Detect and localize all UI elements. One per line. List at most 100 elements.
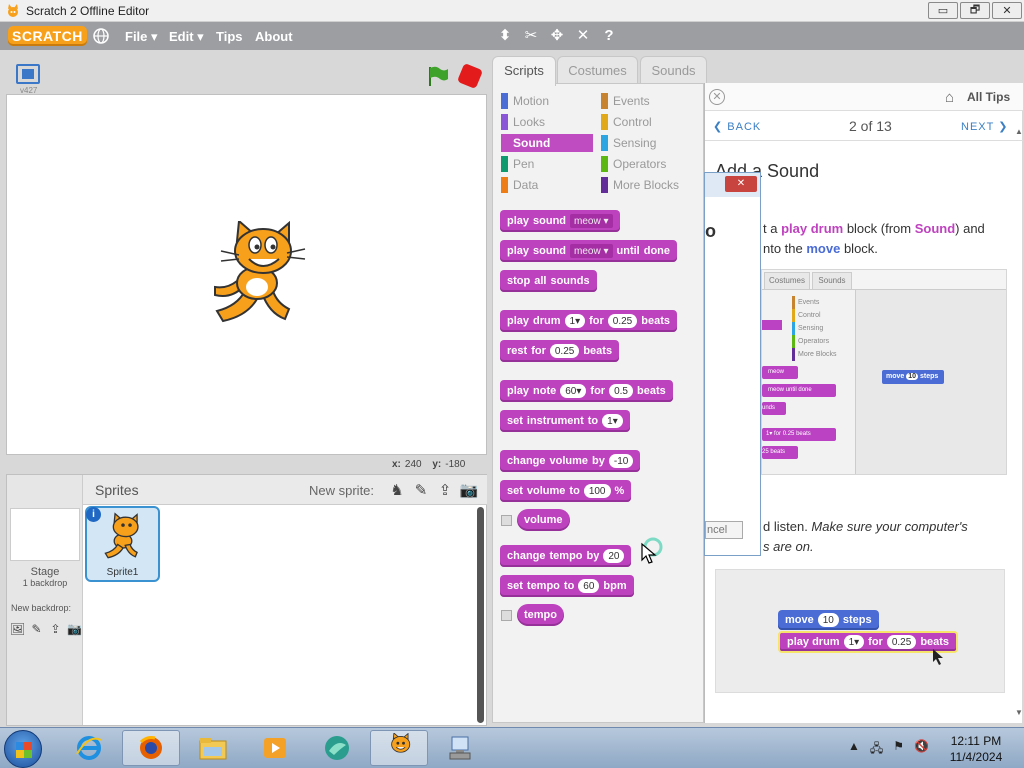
block-play-drum[interactable]: play drum 1▾ for 0.25 beats [500,310,677,332]
clock-date: 11/4/2024 [949,750,1003,764]
demo-move-block: move 10 steps [778,610,879,630]
scratch-taskbar-icon[interactable] [370,730,428,766]
upload-sprite-icon[interactable]: ⇪ [435,480,455,500]
tab-scripts[interactable]: Scripts [492,56,556,86]
network-computer-icon[interactable] [432,730,490,766]
block-stop-all-sounds[interactable]: stop all sounds [500,270,597,292]
fullscreen-icon[interactable] [16,64,40,84]
block-play-sound-until-done[interactable]: play sound meow ▾ until done [500,240,678,262]
sprite-library-icon[interactable]: ♞ [387,480,407,500]
category-operators[interactable]: Operators [601,155,699,173]
network-icon[interactable]: 🖧 [870,739,883,760]
maximize-button[interactable]: 🗗 [960,2,990,19]
beats-input[interactable]: 0.25 [607,314,638,328]
clock-time: 12:11 PM [950,734,1002,748]
stage-thumbnail[interactable] [10,508,80,561]
block-rest-for-beats[interactable]: rest for 0.25 beats [500,340,620,362]
stop-icon[interactable] [456,62,484,90]
duplicate-stamp-icon[interactable]: ⬍ [496,26,514,44]
block-change-volume[interactable]: change volume by -10 [500,450,641,472]
block-change-tempo[interactable]: change tempo by 20 [500,545,632,567]
note-input[interactable]: 60▾ [560,384,587,398]
volume-checkbox[interactable] [501,515,512,526]
file-menu[interactable]: File ▾ [125,29,158,45]
dialog-cancel-button[interactable]: ncel [705,521,743,539]
volume-muted-icon[interactable]: 🔇 [914,739,929,760]
delete-cut-icon[interactable]: ✂ [522,26,540,44]
category-data[interactable]: Data [501,176,591,194]
scratch-logo[interactable]: SCRATCH [8,26,87,46]
sprites-header: Sprites New sprite: ♞ ✎ ⇪ 📷 [83,475,487,505]
block-set-volume[interactable]: set volume to 100 % [500,480,632,502]
category-more-blocks[interactable]: More Blocks [601,176,699,194]
media-player-icon[interactable] [246,730,304,766]
stage-canvas[interactable] [6,94,487,455]
upload-backdrop-icon[interactable]: ⇪ [47,620,64,637]
sprite-scrollbar[interactable] [477,507,484,723]
tempo-checkbox[interactable] [501,610,512,621]
start-button[interactable] [4,730,42,768]
sound-dropdown[interactable]: meow ▾ [570,214,613,228]
grow-icon[interactable]: ✥ [548,26,566,44]
block-play-sound[interactable]: play sound meow ▾ [500,210,620,232]
system-tray: ▲ 🖧 ⚑ 🔇 [848,739,929,760]
shrink-icon[interactable]: ✕ [574,26,592,44]
cat-sprite[interactable] [207,221,307,327]
block-set-instrument[interactable]: set instrument to 1▾ [500,410,630,432]
close-button[interactable]: ✕ [992,2,1022,19]
category-sensing[interactable]: Sensing [601,134,699,152]
internet-explorer-icon[interactable] [60,730,118,766]
edit-menu[interactable]: Edit ▾ [169,29,204,45]
all-tips-link[interactable]: All Tips [967,90,1010,104]
dialog-titlebar: ✕ [705,173,760,197]
paint-backdrop-icon[interactable]: ✎ [28,620,45,637]
back-link[interactable]: ❮ BACK [713,120,761,133]
tips-scrollbar[interactable]: ▲ ▼ [1013,127,1023,717]
reporter-volume[interactable]: volume [517,509,570,531]
next-link[interactable]: NEXT ❯ [961,120,1008,133]
category-events[interactable]: Events [601,92,699,110]
tab-sounds[interactable]: Sounds [640,56,707,84]
demo-cursor-icon [933,649,943,665]
category-sound[interactable]: Sound [501,134,593,152]
action-center-flag-icon[interactable]: ⚑ [893,739,904,760]
camera-backdrop-icon[interactable]: 📷 [66,620,83,637]
new-backdrop-label: New backdrop: [11,603,72,613]
home-icon[interactable]: ⌂ [945,89,954,106]
tab-costumes[interactable]: Costumes [557,56,638,84]
instrument-input[interactable]: 1▾ [602,414,623,428]
block-set-tempo[interactable]: set tempo to 60 bpm [500,575,634,597]
info-icon[interactable]: i [86,507,101,522]
rest-beats-input[interactable]: 0.25 [549,344,580,358]
app-icon[interactable] [308,730,366,766]
block-play-note[interactable]: play note 60▾ for 0.5 beats [500,380,673,402]
reporter-tempo[interactable]: tempo [517,604,564,626]
clock[interactable]: 12:11 PM 11/4/2024 [944,733,1008,765]
category-looks[interactable]: Looks [501,113,591,131]
drum-input[interactable]: 1▾ [564,314,586,328]
minimize-button[interactable]: ▭ [928,2,958,19]
globe-icon[interactable] [93,28,109,44]
paint-sprite-icon[interactable]: ✎ [411,480,431,500]
sound-dropdown[interactable]: meow ▾ [570,244,613,258]
firefox-icon[interactable] [122,730,180,766]
help-icon[interactable]: ? [600,26,618,44]
tempo-change-input[interactable]: 20 [603,549,625,563]
volume-change-input[interactable]: -10 [608,454,634,468]
file-explorer-icon[interactable] [184,730,242,766]
category-control[interactable]: Control [601,113,699,131]
backdrop-library-icon[interactable]: 🖼 [9,620,26,637]
category-motion[interactable]: Motion [501,92,591,110]
about-menu[interactable]: About [255,29,293,44]
close-tips-icon[interactable]: ✕ [709,89,725,105]
tempo-input[interactable]: 60 [578,579,600,593]
show-hidden-icons-icon[interactable]: ▲ [848,739,860,760]
dialog-close-button[interactable]: ✕ [725,176,757,192]
tips-menu[interactable]: Tips [216,29,243,44]
sprite1-thumbnail[interactable]: i Sprite1 [85,506,160,582]
camera-sprite-icon[interactable]: 📷 [459,480,479,500]
green-flag-icon[interactable] [426,64,450,88]
category-pen[interactable]: Pen [501,155,591,173]
note-beats-input[interactable]: 0.5 [609,384,633,398]
volume-input[interactable]: 100 [583,484,611,498]
